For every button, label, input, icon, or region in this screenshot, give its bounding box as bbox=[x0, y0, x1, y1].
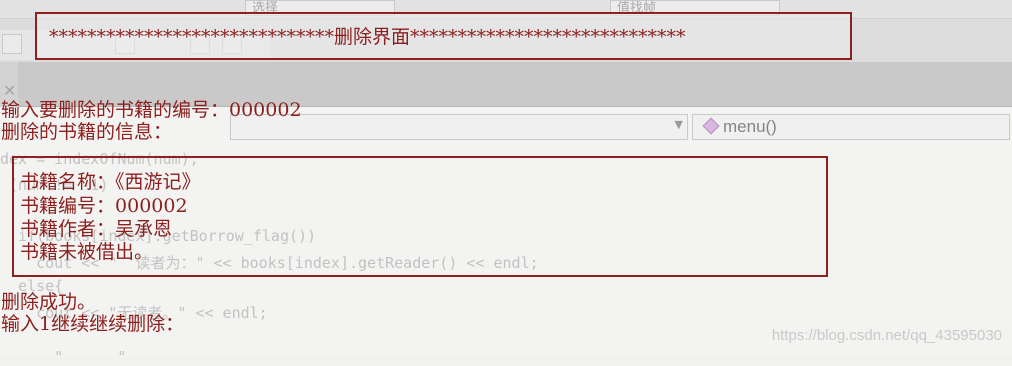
book-status-line: 书籍未被借出。 bbox=[14, 241, 154, 263]
close-icon[interactable]: ✕ bbox=[3, 81, 16, 100]
method-combo[interactable]: menu() bbox=[692, 114, 1010, 140]
console-success: 删除成功。 bbox=[1, 291, 97, 313]
console-prompt-id: 输入要删除的书籍的编号：000002 bbox=[1, 99, 302, 121]
method-combo-label: menu() bbox=[723, 117, 777, 136]
faint-toolbar-button[interactable] bbox=[2, 34, 22, 54]
console-header-box: ******************************删除界面******… bbox=[35, 12, 852, 60]
book-id-line: 书籍编号：000002 bbox=[14, 195, 188, 217]
method-icon bbox=[702, 117, 720, 135]
faint-code-line: " " bbox=[0, 348, 127, 366]
chevron-down-icon[interactable]: ▼ bbox=[675, 118, 683, 131]
book-author-line: 书籍作者：吴承恩 bbox=[14, 218, 173, 240]
console-continue-prompt: 输入1继续继续删除： bbox=[1, 313, 185, 335]
console-header: ******************************删除界面******… bbox=[49, 26, 686, 48]
watermark: https://blog.csdn.net/qq_43595030 bbox=[771, 327, 1002, 344]
book-name-line: 书籍名称：《西游记》 bbox=[14, 171, 201, 193]
console-info-title: 删除的书籍的信息： bbox=[1, 121, 173, 143]
